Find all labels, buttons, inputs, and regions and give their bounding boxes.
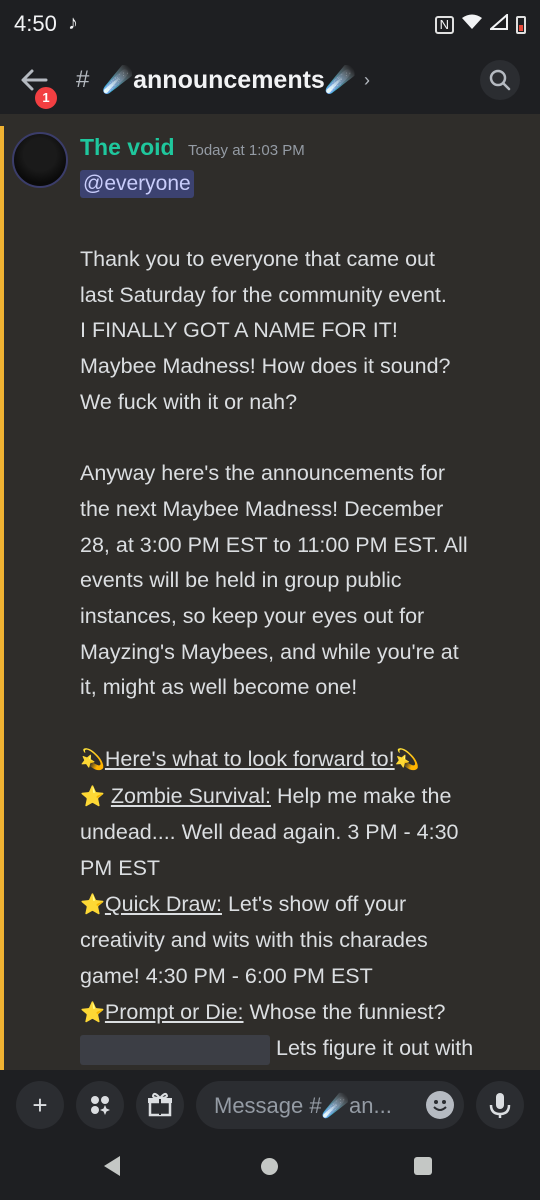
nav-home-icon[interactable] <box>261 1158 278 1175</box>
event-text: Help me make the <box>271 783 452 808</box>
text-line: Mayzing's Maybees, and while you're at <box>80 639 459 664</box>
emoji-picker-button[interactable] <box>426 1091 454 1119</box>
spoiler-block[interactable] <box>80 1034 270 1065</box>
search-button[interactable] <box>480 60 520 100</box>
message-list[interactable]: The void Today at 1:03 PM @everyone Than… <box>0 114 540 1070</box>
battery-icon <box>516 15 526 34</box>
event-item: ⭐ Zombie Survival: Help me make the unde… <box>80 779 526 887</box>
text-line: Thank you to everyone that came out <box>80 247 435 271</box>
text-line: Maybee Madness! How does it sound? <box>80 354 451 379</box>
text-line: events will be held in group public <box>80 568 402 593</box>
mic-icon <box>489 1093 511 1118</box>
text-line: the next Maybee Madness! December <box>80 496 444 521</box>
gift-icon <box>148 1092 172 1117</box>
channel-header: 1 # ☄️announcements☄️ › <box>0 52 540 114</box>
text-line: We fuck with it or nah? <box>80 389 298 414</box>
wifi-icon <box>462 14 482 35</box>
plus-icon: + <box>32 1090 48 1120</box>
text-line: Anyway here's the announcements for <box>80 461 446 486</box>
nav-recents-icon[interactable] <box>414 1157 432 1175</box>
event-text: game! 4:30 PM - 6:00 PM EST <box>80 964 373 989</box>
mention-highlight-bar <box>0 126 4 1070</box>
event-text: Let's show off your <box>221 891 407 916</box>
apps-icon <box>91 1096 110 1115</box>
event-title: Prompt or Die: <box>104 999 244 1024</box>
text-line: last Saturday for the community event. <box>80 282 447 307</box>
message-body: Thank you to everyone that came out last… <box>80 242 526 1067</box>
avatar[interactable] <box>12 132 68 188</box>
notification-badge: 1 <box>32 84 60 112</box>
event-text: PM EST <box>80 855 161 880</box>
heading-text: Here's what to look forward to! <box>104 746 395 771</box>
nav-back-icon[interactable] <box>104 1156 120 1176</box>
event-text: Whose the funniest? <box>243 999 446 1024</box>
text-line: I FINALLY GOT A NAME FOR IT! <box>80 318 398 343</box>
event-item: ⭐Prompt or Die: Whose the funniest? Lets… <box>80 995 526 1067</box>
event-title: Quick Draw: <box>104 891 222 916</box>
apps-button[interactable] <box>76 1081 124 1129</box>
everyone-mention[interactable]: @everyone <box>80 170 194 198</box>
event-text-line: Lets figure it out with <box>80 1031 526 1067</box>
status-bar: 4:50 ♪ N <box>0 0 540 52</box>
status-time: 4:50 <box>14 11 57 36</box>
star-emoji-icon: ⭐ <box>80 1001 105 1024</box>
system-nav-bar <box>0 1140 540 1200</box>
message-input[interactable]: Message #☄️an... <box>196 1081 464 1129</box>
back-button[interactable]: 1 <box>18 62 60 112</box>
tiktok-icon: ♪ <box>68 12 78 34</box>
message-placeholder: Message #☄️an... <box>214 1093 392 1118</box>
event-text: undead.... Well dead again. 3 PM - 4:30 <box>80 820 459 845</box>
status-icons: N <box>434 12 526 35</box>
chevron-right-icon[interactable]: › <box>364 70 370 91</box>
text-line: 28, at 3:00 PM EST to 11:00 PM EST. All <box>80 532 468 557</box>
event-text: Lets figure it out with <box>276 1036 474 1061</box>
message-timestamp: Today at 1:03 PM <box>188 142 305 159</box>
text-line: instances, so keep your eyes out for <box>80 604 425 629</box>
search-icon <box>489 69 511 91</box>
paragraph-2: Anyway here's the announcements for the … <box>80 456 526 706</box>
star-emoji-icon: ⭐ <box>80 893 105 916</box>
channel-name[interactable]: ☄️announcements☄️ <box>102 66 356 95</box>
paragraph-1: Thank you to everyone that came out last… <box>80 242 526 421</box>
star-emoji-icon: ⭐ <box>80 785 105 808</box>
smiley-icon <box>433 1100 447 1111</box>
voice-message-button[interactable] <box>476 1081 524 1129</box>
channel-hash-icon: # <box>76 66 90 93</box>
event-item: ⭐Quick Draw: Let's show off your creativ… <box>80 887 526 995</box>
event-text: creativity and wits with this charades <box>80 928 428 953</box>
text-line: it, might as well become one! <box>80 675 358 700</box>
event-list-heading: 💫Here's what to look forward to!💫 <box>80 742 526 779</box>
event-title: Zombie Survival: <box>110 783 271 808</box>
signal-icon <box>488 12 508 35</box>
message-composer: + Message #☄️an... <box>0 1070 540 1140</box>
add-attachment-button[interactable]: + <box>16 1081 64 1129</box>
gift-button[interactable] <box>136 1081 184 1129</box>
dizzy-emoji-icon: 💫 <box>80 748 105 771</box>
message-author[interactable]: The void <box>80 134 175 161</box>
dizzy-emoji-icon: 💫 <box>394 748 420 771</box>
nfc-icon: N <box>434 15 454 34</box>
